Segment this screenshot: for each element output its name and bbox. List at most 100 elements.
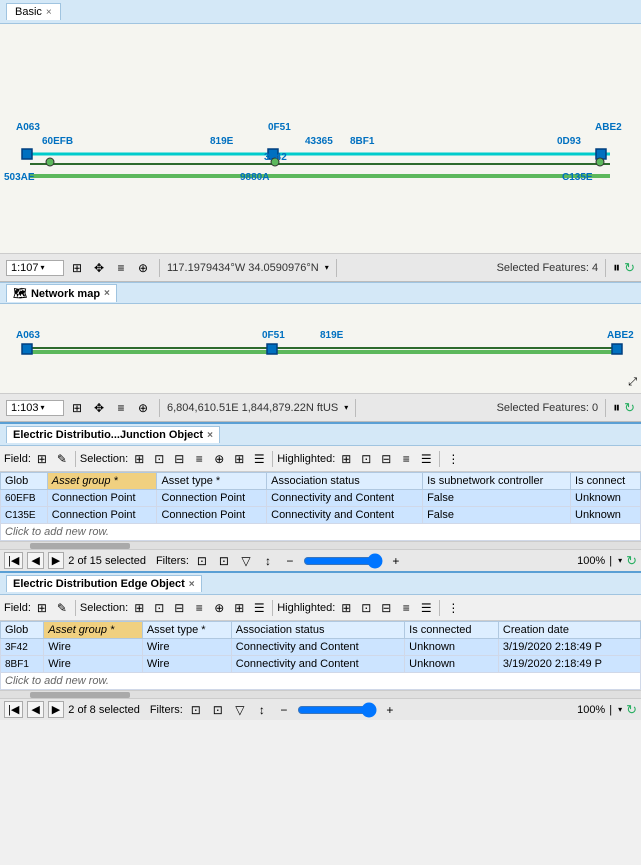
t2-col-asset-type[interactable]: Asset type * bbox=[142, 622, 231, 639]
hi2-btn3[interactable]: ⊟ bbox=[377, 599, 395, 617]
coord1-arrow[interactable]: ▾ bbox=[325, 263, 329, 272]
t1-zoom-slider[interactable] bbox=[303, 553, 383, 569]
table-row[interactable]: C135E Connection Point Connection Point … bbox=[1, 507, 641, 524]
t1-filter-sort[interactable]: ↕ bbox=[259, 552, 277, 570]
refresh1-icon[interactable]: ↻ bbox=[624, 260, 635, 276]
layer-btn[interactable]: ≡ bbox=[112, 259, 130, 277]
sel1-btn6[interactable]: ⊞ bbox=[230, 450, 248, 468]
network-map-close[interactable]: × bbox=[104, 288, 110, 299]
t1-minus-btn[interactable]: − bbox=[281, 552, 299, 570]
table1-close[interactable]: × bbox=[207, 430, 213, 441]
t1-col-glob[interactable]: Glob bbox=[1, 473, 48, 490]
t2-filter-btn1[interactable]: ⊡ bbox=[187, 701, 205, 719]
network-map-tab[interactable]: 🗺 Network map × bbox=[6, 284, 117, 302]
t1-filter-btn3[interactable]: ▽ bbox=[237, 552, 255, 570]
hi2-btn1[interactable]: ⊞ bbox=[337, 599, 355, 617]
t2-add-label[interactable]: Click to add new row. bbox=[1, 673, 641, 690]
t1-next-btn[interactable]: ▶ bbox=[48, 552, 64, 569]
table2-add-row[interactable]: Click to add new row. bbox=[1, 673, 641, 690]
pan2-btn[interactable]: ✥ bbox=[90, 399, 108, 417]
t1-plus-btn[interactable]: + bbox=[387, 552, 405, 570]
more1-btn[interactable]: ⋮ bbox=[444, 450, 462, 468]
hi2-btn2[interactable]: ⊡ bbox=[357, 599, 375, 617]
t2-col-glob[interactable]: Glob bbox=[1, 622, 44, 639]
hi1-btn2[interactable]: ⊡ bbox=[357, 450, 375, 468]
t1-filter-btn2[interactable]: ⊡ bbox=[215, 552, 233, 570]
t1-col-is-connect[interactable]: Is connect bbox=[571, 473, 641, 490]
table2-scrollbar[interactable] bbox=[0, 690, 641, 698]
t1-col-assoc[interactable]: Association status bbox=[267, 473, 423, 490]
table1-scrollbar[interactable] bbox=[0, 541, 641, 549]
table2-close[interactable]: × bbox=[189, 579, 195, 590]
t2-col-asset-group[interactable]: Asset group * bbox=[44, 622, 143, 639]
table1-tab[interactable]: Electric Distributio...Junction Object × bbox=[6, 426, 220, 443]
sel1-btn4[interactable]: ≡ bbox=[190, 450, 208, 468]
sel2-btn3[interactable]: ⊟ bbox=[170, 599, 188, 617]
hi1-btn5[interactable]: ☰ bbox=[417, 450, 435, 468]
t2-filter-btn2[interactable]: ⊡ bbox=[209, 701, 227, 719]
t1-col-asset-group[interactable]: Asset group * bbox=[47, 473, 157, 490]
t2-plus-btn[interactable]: + bbox=[381, 701, 399, 719]
field2-btn1[interactable]: ⊞ bbox=[33, 599, 51, 617]
t2-zoom-arrow[interactable]: ▾ bbox=[618, 705, 622, 714]
pause2-icon[interactable]: ⏸ bbox=[613, 399, 620, 416]
t1-filter-btn1[interactable]: ⊡ bbox=[193, 552, 211, 570]
t2-filter-sort[interactable]: ↕ bbox=[253, 701, 271, 719]
zoom2-extent-btn[interactable]: ⊞ bbox=[68, 399, 86, 417]
hi1-btn4[interactable]: ≡ bbox=[397, 450, 415, 468]
t1-col-asset-type[interactable]: Asset type * bbox=[157, 473, 267, 490]
t1-prev-btn[interactable]: ◀ bbox=[27, 552, 43, 569]
sel2-btn6[interactable]: ⊞ bbox=[230, 599, 248, 617]
table2-tab[interactable]: Electric Distribution Edge Object × bbox=[6, 575, 202, 592]
t1-first-btn[interactable]: |◀ bbox=[4, 552, 23, 569]
t2-first-btn[interactable]: |◀ bbox=[4, 701, 23, 718]
sel2-btn5[interactable]: ⊕ bbox=[210, 599, 228, 617]
refresh2-icon[interactable]: ↻ bbox=[624, 400, 635, 416]
table-row[interactable]: 8BF1 Wire Wire Connectivity and Content … bbox=[1, 656, 641, 673]
t2-zoom-slider[interactable] bbox=[297, 702, 377, 718]
hi2-btn4[interactable]: ≡ bbox=[397, 599, 415, 617]
coord2-arrow[interactable]: ▾ bbox=[344, 403, 348, 412]
sel2-btn7[interactable]: ☰ bbox=[250, 599, 268, 617]
sel2-btn4[interactable]: ≡ bbox=[190, 599, 208, 617]
pan-btn[interactable]: ✥ bbox=[90, 259, 108, 277]
t1-refresh-icon[interactable]: ↻ bbox=[626, 553, 637, 569]
t2-col-is-connected[interactable]: Is connected bbox=[405, 622, 499, 639]
t2-col-creation-date[interactable]: Creation date bbox=[498, 622, 640, 639]
sel1-btn3[interactable]: ⊟ bbox=[170, 450, 188, 468]
zoom2-box[interactable]: 1:103 ▾ bbox=[6, 400, 64, 416]
table2-scrollbar-thumb[interactable] bbox=[30, 692, 130, 698]
t2-next-btn[interactable]: ▶ bbox=[48, 701, 64, 718]
t1-col-is-sub[interactable]: Is subnetwork controller bbox=[423, 473, 571, 490]
table1-add-row[interactable]: Click to add new row. bbox=[1, 524, 641, 541]
field2-btn2[interactable]: ✎ bbox=[53, 599, 71, 617]
pause1-icon[interactable]: ⏸ bbox=[613, 259, 620, 276]
zoom-extent-btn[interactable]: ⊞ bbox=[68, 259, 86, 277]
t2-refresh-icon[interactable]: ↻ bbox=[626, 702, 637, 718]
layer2-btn[interactable]: ≡ bbox=[112, 399, 130, 417]
bookmark-btn[interactable]: ⊕ bbox=[134, 259, 152, 277]
t2-minus-btn[interactable]: − bbox=[275, 701, 293, 719]
t2-col-assoc[interactable]: Association status bbox=[231, 622, 404, 639]
main-tab[interactable]: Basic × bbox=[6, 3, 61, 20]
t1-add-label[interactable]: Click to add new row. bbox=[1, 524, 641, 541]
main-tab-close[interactable]: × bbox=[46, 7, 52, 18]
sel1-btn5[interactable]: ⊕ bbox=[210, 450, 228, 468]
table-row[interactable]: 60EFB Connection Point Connection Point … bbox=[1, 490, 641, 507]
hi1-btn1[interactable]: ⊞ bbox=[337, 450, 355, 468]
sel2-btn1[interactable]: ⊞ bbox=[130, 599, 148, 617]
field1-btn2[interactable]: ✎ bbox=[53, 450, 71, 468]
bookmark2-btn[interactable]: ⊕ bbox=[134, 399, 152, 417]
t2-prev-btn[interactable]: ◀ bbox=[27, 701, 43, 718]
zoom1-box[interactable]: 1:107 ▾ bbox=[6, 260, 64, 276]
sel1-btn7[interactable]: ☰ bbox=[250, 450, 268, 468]
zoom1-arrow[interactable]: ▾ bbox=[41, 263, 45, 272]
sel1-btn2[interactable]: ⊡ bbox=[150, 450, 168, 468]
hi2-btn5[interactable]: ☰ bbox=[417, 599, 435, 617]
table1-scrollbar-thumb[interactable] bbox=[30, 543, 130, 549]
table-row[interactable]: 3F42 Wire Wire Connectivity and Content … bbox=[1, 639, 641, 656]
sel1-btn1[interactable]: ⊞ bbox=[130, 450, 148, 468]
table1-scroll[interactable]: Glob Asset group * Asset type * Associat… bbox=[0, 472, 641, 541]
zoom2-arrow[interactable]: ▾ bbox=[41, 403, 45, 412]
t1-zoom-arrow[interactable]: ▾ bbox=[618, 556, 622, 565]
